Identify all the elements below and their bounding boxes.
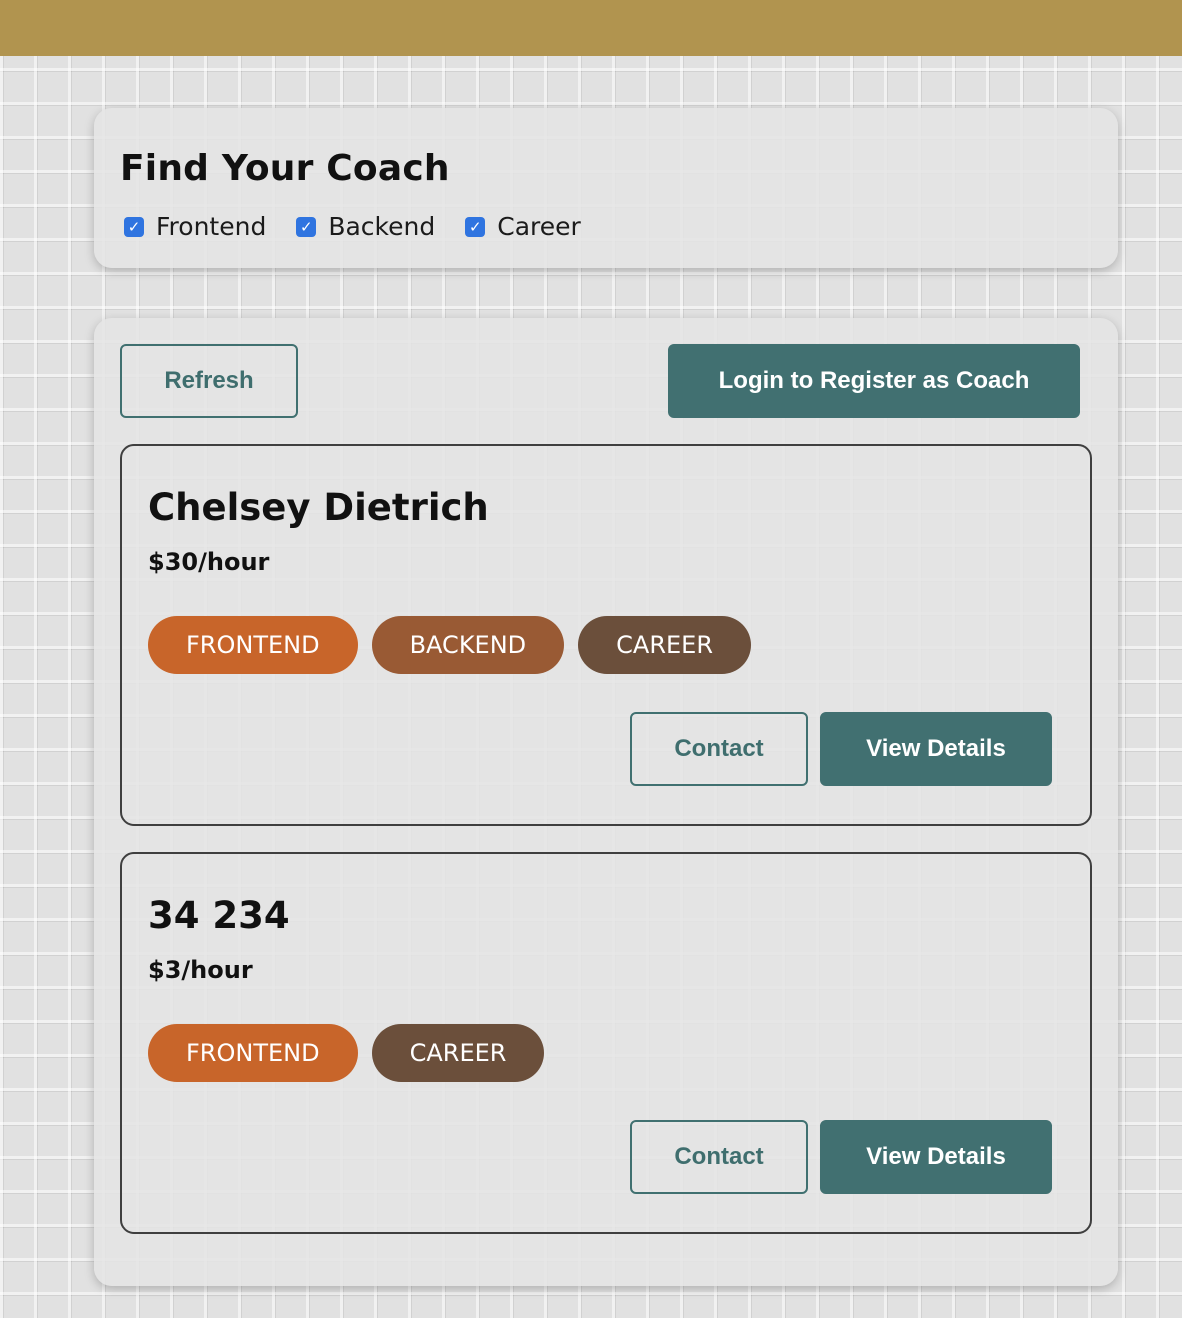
badge-career: CAREER	[578, 616, 752, 674]
checkbox-frontend[interactable]: ✓	[124, 216, 144, 237]
view-details-button[interactable]: View Details	[820, 1120, 1052, 1194]
coach-card: 34 234 $3/hour FRONTEND CAREER Contact V…	[120, 852, 1092, 1234]
coach-name: 34 234	[148, 894, 290, 937]
area-badges: FRONTEND CAREER	[148, 1024, 558, 1082]
badge-frontend: FRONTEND	[148, 1024, 358, 1082]
filter-options: ✓ Frontend ✓ Backend ✓ Career	[124, 212, 611, 241]
checkbox-career[interactable]: ✓	[465, 216, 486, 237]
contact-button[interactable]: Contact	[630, 712, 808, 786]
filter-option-frontend[interactable]: ✓ Frontend	[124, 212, 266, 241]
coach-rate: $3/hour	[148, 956, 253, 984]
filter-panel: Find Your Coach ✓ Frontend ✓ Backend ✓ C…	[94, 108, 1118, 268]
filter-option-career[interactable]: ✓ Career	[465, 212, 581, 241]
refresh-button[interactable]: Refresh	[120, 344, 298, 418]
filter-label-frontend: Frontend	[156, 212, 267, 241]
coach-list-panel: Refresh Login to Register as Coach Chels…	[94, 318, 1118, 1286]
badge-frontend: FRONTEND	[148, 616, 358, 674]
badge-career: CAREER	[371, 1024, 545, 1082]
coach-card: Chelsey Dietrich $30/hour FRONTEND BACKE…	[120, 444, 1092, 826]
register-as-coach-button[interactable]: Login to Register as Coach	[668, 344, 1080, 418]
coach-name: Chelsey Dietrich	[148, 486, 489, 529]
area-badges: FRONTEND BACKEND CAREER	[148, 616, 765, 674]
filter-option-backend[interactable]: ✓ Backend	[296, 212, 435, 241]
top-header-bar	[0, 0, 1182, 56]
filter-label-backend: Backend	[328, 212, 436, 241]
filter-title: Find Your Coach	[120, 148, 450, 189]
filter-label-career: Career	[497, 212, 581, 241]
contact-button[interactable]: Contact	[630, 1120, 808, 1194]
view-details-button[interactable]: View Details	[820, 712, 1052, 786]
checkbox-backend[interactable]: ✓	[296, 216, 317, 237]
coach-rate: $30/hour	[148, 548, 270, 576]
badge-backend: BACKEND	[371, 616, 565, 674]
